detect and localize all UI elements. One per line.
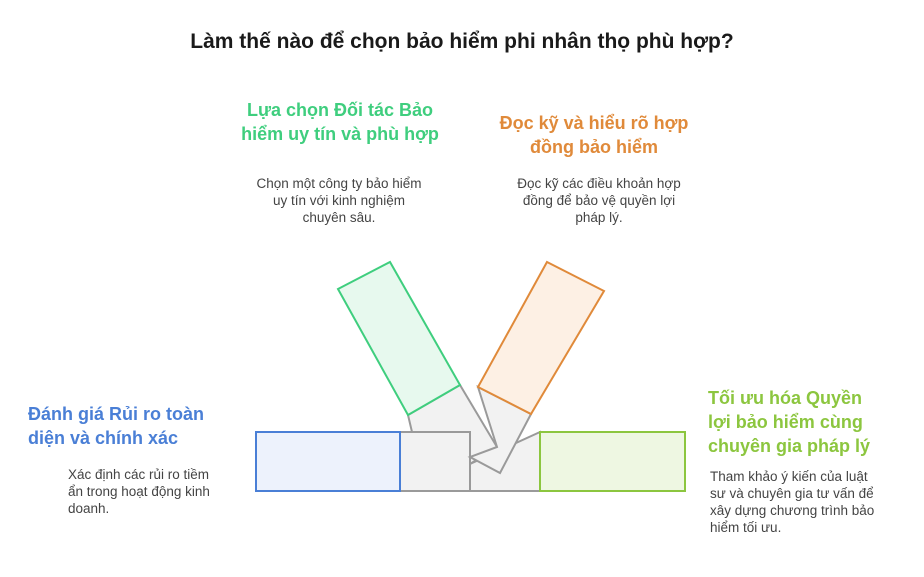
heading-insurance-partner: Lựa chọn Đối tác Bảo hiểm uy tín và phù … xyxy=(241,100,439,144)
block-optimize-benefits xyxy=(539,431,686,492)
desc-optimize-benefits: Tham khảo ý kiến của luật sư và chuyên g… xyxy=(710,469,875,535)
heading-read-contract: Đọc kỹ và hiểu rõ hợp đồng bảo hiểm xyxy=(499,113,689,157)
block-risk-assessment xyxy=(255,431,401,492)
desc-insurance-partner: Chọn một công ty bảo hiểm uy tín với kin… xyxy=(256,176,422,225)
heading-optimize-benefits: Tối ưu hóa Quyền lợi bảo hiểm cùng chuyê… xyxy=(708,388,871,456)
desc-risk-assessment: Xác định các rủi ro tiềm ẩn trong hoạt đ… xyxy=(68,467,210,516)
block-insurance-partner xyxy=(336,260,462,417)
desc-read-contract: Đọc kỹ các điều khoản hợp đồng để bảo vệ… xyxy=(517,176,681,225)
block-read-contract xyxy=(476,260,606,416)
hub-center-piece xyxy=(399,431,471,492)
heading-risk-assessment: Đánh giá Rủi ro toàn diện và chính xác xyxy=(28,404,205,448)
